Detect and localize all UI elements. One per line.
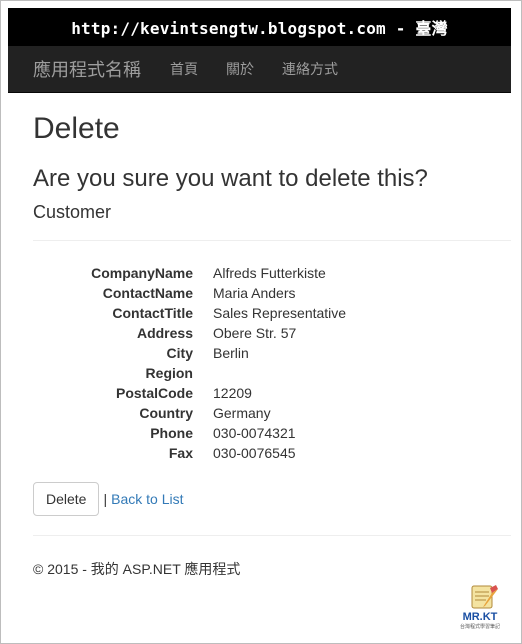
- detail-row-country: Country Germany: [33, 403, 493, 423]
- detail-label: ContactName: [102, 285, 193, 301]
- divider: [33, 240, 511, 241]
- footer: © 2015 - 我的 ASP.NET 應用程式: [33, 559, 240, 579]
- detail-value: 12209: [213, 385, 252, 401]
- notepad-pencil-icon: MR.KT 台灣程式學習筆記: [460, 585, 500, 630]
- action-separator: |: [103, 491, 108, 507]
- url-banner-text: http://kevintsengtw.blogspot.com - 臺灣: [71, 19, 448, 38]
- page-title: Delete: [33, 112, 120, 145]
- form-actions: Delete | Back to List: [33, 482, 183, 516]
- detail-label: PostalCode: [115, 385, 193, 401]
- detail-value: Alfreds Futterkiste: [213, 265, 326, 281]
- detail-value: 030-0074321: [213, 425, 296, 441]
- detail-label: City: [166, 345, 193, 361]
- nav-link-about[interactable]: 關於: [226, 59, 254, 79]
- detail-label: Address: [136, 325, 193, 341]
- detail-value: Sales Representative: [213, 305, 347, 321]
- back-to-list-link[interactable]: Back to List: [111, 491, 183, 507]
- watermark-subtitle: 台灣程式學習筆記: [460, 623, 500, 630]
- detail-row-phone: Phone 030-0074321: [33, 423, 493, 443]
- footer-divider: [33, 535, 511, 536]
- detail-row-companyname: CompanyName Alfreds Futterkiste: [33, 263, 493, 283]
- confirm-question: Are you sure you want to delete this?: [33, 165, 428, 192]
- navbar: 應用程式名稱 首頁 關於 連絡方式: [8, 46, 511, 93]
- navbar-brand[interactable]: 應用程式名稱: [33, 56, 141, 82]
- watermark-logo-text: MR.KT: [463, 611, 498, 623]
- delete-button[interactable]: Delete: [33, 482, 100, 516]
- detail-label: Fax: [168, 445, 193, 461]
- footer-text: © 2015 - 我的 ASP.NET 應用程式: [33, 561, 241, 577]
- detail-row-region: Region: [33, 363, 493, 383]
- detail-row-fax: Fax 030-0076545: [33, 443, 493, 463]
- detail-row-contacttitle: ContactTitle Sales Representative: [33, 303, 493, 323]
- detail-row-contactname: ContactName Maria Anders: [33, 283, 493, 303]
- detail-label: CompanyName: [91, 265, 193, 281]
- detail-value: Berlin: [213, 345, 249, 361]
- detail-row-address: Address Obere Str. 57: [33, 323, 493, 343]
- detail-label: Country: [139, 405, 193, 421]
- detail-value: Obere Str. 57: [213, 325, 297, 341]
- mrkt-watermark-logo: MR.KT 台灣程式學習筆記: [452, 584, 508, 630]
- url-banner: http://kevintsengtw.blogspot.com - 臺灣: [8, 8, 511, 46]
- entity-name: Customer: [33, 202, 112, 222]
- detail-value: Maria Anders: [213, 285, 296, 301]
- detail-value: Germany: [213, 405, 271, 421]
- detail-row-city: City Berlin: [33, 343, 493, 363]
- detail-value: 030-0076545: [213, 445, 296, 461]
- detail-label: Phone: [150, 425, 193, 441]
- details-list: CompanyName Alfreds Futterkiste ContactN…: [33, 263, 493, 463]
- detail-row-postalcode: PostalCode 12209: [33, 383, 493, 403]
- nav-link-contact[interactable]: 連絡方式: [282, 59, 338, 79]
- detail-label: Region: [145, 365, 193, 381]
- detail-label: ContactTitle: [112, 305, 193, 321]
- nav-link-home[interactable]: 首頁: [170, 59, 198, 79]
